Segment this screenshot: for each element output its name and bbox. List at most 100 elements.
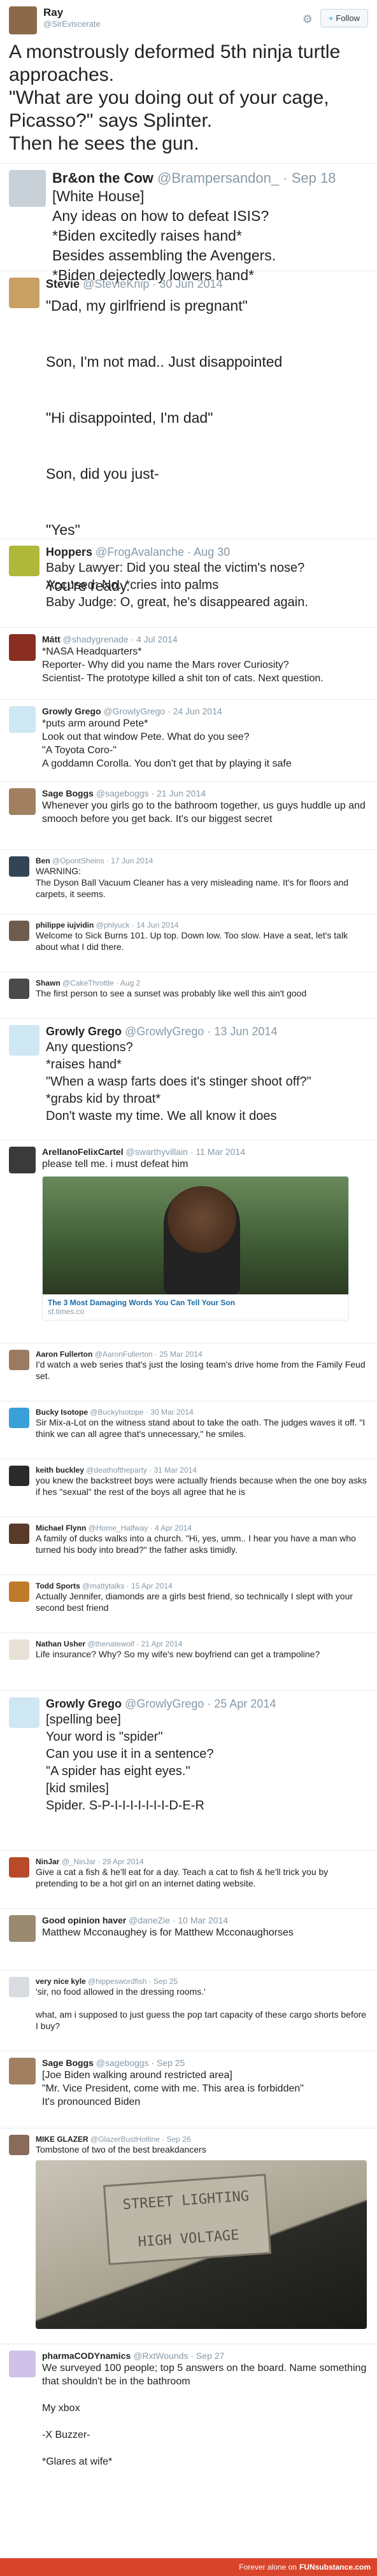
tweet-author[interactable]: Nathan Usher	[36, 1639, 85, 1648]
tweet-date[interactable]: · 30 Mar 2014	[146, 1408, 194, 1417]
avatar[interactable]	[9, 634, 36, 661]
tweet-handle[interactable]: @sageboggs	[96, 788, 149, 798]
avatar[interactable]	[9, 278, 39, 308]
tweet-handle[interactable]: @hippeswordfish	[88, 1977, 146, 1986]
tweet-date[interactable]: · 10 Mar 2014	[173, 1915, 228, 1925]
tweet-date[interactable]: · 17 Jun 2014	[106, 856, 153, 865]
avatar[interactable]	[9, 1466, 29, 1486]
avatar[interactable]	[9, 1350, 29, 1370]
tweet-date[interactable]: · 30 Jun 2014	[152, 278, 222, 290]
tweet-handle[interactable]: @RxtWounds	[133, 2351, 188, 2361]
tweet-author[interactable]: keith buckley	[36, 1466, 84, 1475]
tweet-handle[interactable]: @swarthyvillain	[126, 1147, 188, 1157]
tweet-author[interactable]: very nice kyle	[36, 1977, 86, 1986]
tweet-date[interactable]: · 31 Mar 2014	[149, 1466, 197, 1475]
avatar[interactable]	[9, 1697, 39, 1728]
tweet-author[interactable]: Sage Boggs	[42, 788, 94, 798]
avatar[interactable]	[9, 1582, 29, 1602]
avatar[interactable]	[9, 1977, 29, 1997]
footer-brand[interactable]: FUNsubstance.com	[299, 2563, 371, 2572]
tweet-handle[interactable]: @thenatewolf	[87, 1639, 134, 1648]
tweet-handle[interactable]: @sageboggs	[96, 2058, 149, 2068]
tweet-author[interactable]: Growly Grego	[42, 706, 101, 716]
avatar[interactable]	[9, 1147, 36, 1173]
tweet-date[interactable]: · 11 Mar 2014	[190, 1147, 245, 1157]
tweet-handle[interactable]: @BuckyIsotope	[90, 1408, 143, 1417]
tweet-handle[interactable]: @phlyuck	[96, 921, 130, 930]
tweet-date[interactable]: · 13 Jun 2014	[207, 1025, 277, 1038]
tweet-author[interactable]: Hoppers	[46, 546, 92, 558]
avatar[interactable]	[9, 6, 37, 34]
tweet-date[interactable]: · Aug 30	[187, 546, 230, 558]
tweet-date[interactable]: · 29 Apr 2014	[98, 1857, 144, 1866]
tweet-date[interactable]: · 21 Jun 2014	[151, 788, 206, 798]
tweet-author[interactable]: Growly Grego	[46, 1697, 122, 1710]
tweet-author[interactable]: Bucky Isotope	[36, 1408, 88, 1417]
tweet-handle[interactable]: @GrowlyGrego	[125, 1697, 204, 1710]
tweet-author[interactable]: Good opinion haver	[42, 1915, 126, 1925]
tweet-date[interactable]: · Sep 18	[283, 170, 336, 186]
tweet-handle[interactable]: @shadygrenade	[63, 634, 129, 644]
tweet-author[interactable]: Aaron Fullerton	[36, 1350, 92, 1359]
link-card[interactable]: The 3 Most Damaging Words You Can Tell Y…	[42, 1175, 349, 1320]
tweet-author[interactable]: Shawn	[36, 979, 60, 987]
tweet-author[interactable]: Ben	[36, 856, 50, 865]
tweet-author[interactable]: philippe iujvidin	[36, 921, 94, 930]
avatar[interactable]	[9, 1524, 29, 1544]
avatar[interactable]	[9, 1025, 39, 1056]
tweet-author[interactable]: MIKE GLAZER	[36, 2135, 89, 2144]
tweet-handle[interactable]: @GrowlyGrego	[103, 706, 165, 716]
avatar[interactable]	[9, 170, 46, 207]
tweet-date[interactable]: · 25 Apr 2014	[207, 1697, 276, 1710]
tweet-date[interactable]: · Sep 26	[162, 2135, 190, 2144]
tweet-date[interactable]: · 24 Jun 2014	[167, 706, 222, 716]
tweet-date[interactable]: · Sep 25	[149, 1977, 178, 1986]
tweet-handle[interactable]: @OpontSheins	[52, 856, 104, 865]
tweet-handle[interactable]: @deathoftheparty	[86, 1466, 147, 1475]
avatar[interactable]	[9, 1639, 29, 1660]
tweet-handle[interactable]: @AaronFullerton	[95, 1350, 153, 1359]
tweet-date[interactable]: · 25 Mar 2014	[155, 1350, 203, 1359]
tweet-author[interactable]: Sage Boggs	[42, 2058, 94, 2068]
tweet-author[interactable]: ArellanoFelixCartel	[42, 1147, 124, 1157]
follow-button[interactable]: + Follow	[320, 9, 368, 27]
tweet-handle[interactable]: @Home_Halfway	[89, 1524, 148, 1532]
avatar[interactable]	[9, 546, 39, 576]
tweet-date[interactable]: · Sep 25	[151, 2058, 185, 2068]
tweet-handle[interactable]: @Brampersandon_	[157, 170, 279, 186]
avatar[interactable]	[9, 921, 29, 941]
tweet-date[interactable]: · Sep 27	[190, 2351, 224, 2361]
tweet-author[interactable]: pharmaCODYnamics	[42, 2351, 131, 2361]
tweet-date[interactable]: · 21 Apr 2014	[136, 1639, 182, 1648]
tweet-author[interactable]: Michael Flynn	[36, 1524, 86, 1532]
tweet-author[interactable]: NinJar	[36, 1857, 59, 1866]
display-name[interactable]: Ray	[43, 6, 302, 19]
avatar[interactable]	[9, 706, 36, 733]
tweet-handle[interactable]: @CakeThrottle	[62, 979, 114, 987]
avatar[interactable]	[9, 856, 29, 877]
tweet-author[interactable]: Todd Sports	[36, 1582, 80, 1590]
handle[interactable]: @SirEviscerate	[43, 19, 302, 29]
tweet-date[interactable]: · 15 Apr 2014	[127, 1582, 173, 1590]
tweet-date[interactable]: · 4 Jul 2014	[131, 634, 178, 644]
avatar[interactable]	[9, 1915, 36, 1942]
tweet-handle[interactable]: @daneZie	[129, 1915, 170, 1925]
gear-icon[interactable]: ⚙	[302, 13, 313, 26]
tweet-photo[interactable]: STREET LIGHTING HIGH VOLTAGE	[36, 2160, 367, 2330]
tweet-author[interactable]: Growly Grego	[46, 1025, 122, 1038]
tweet-date[interactable]: · Aug 2	[116, 979, 140, 987]
avatar[interactable]	[9, 1408, 29, 1428]
tweet-author[interactable]: Stevie	[46, 278, 80, 290]
tweet-handle[interactable]: @GlazerBustHotline	[90, 2135, 160, 2144]
link-card-title[interactable]: The 3 Most Damaging Words You Can Tell Y…	[48, 1298, 343, 1307]
tweet-date[interactable]: · 4 Apr 2014	[150, 1524, 192, 1532]
tweet-handle[interactable]: @GrowlyGrego	[125, 1025, 204, 1038]
avatar[interactable]	[9, 788, 36, 815]
tweet-author[interactable]: Mátt	[42, 634, 60, 644]
avatar[interactable]	[9, 979, 29, 999]
tweet-handle[interactable]: @_NinJar	[62, 1857, 96, 1866]
tweet-date[interactable]: · 14 Jun 2014	[132, 921, 178, 930]
tweet-author[interactable]: Br&on the Cow	[52, 170, 153, 186]
avatar[interactable]	[9, 2135, 29, 2155]
tweet-handle[interactable]: @FrogAvalanche	[96, 546, 184, 558]
